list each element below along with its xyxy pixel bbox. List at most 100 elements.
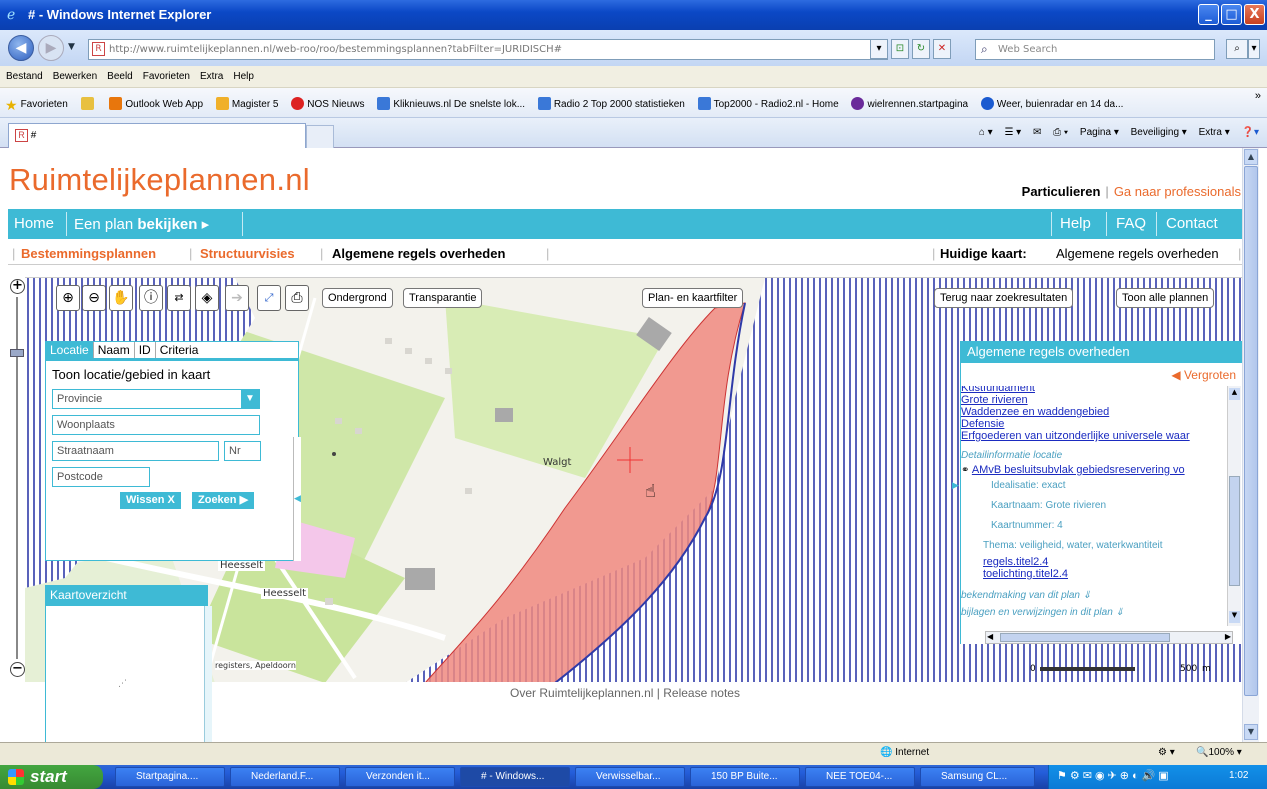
cmd-extra[interactable]: Extra ▾: [1199, 127, 1230, 138]
tray-icons[interactable]: ⚑⚙✉◉✈⊕◐🔊▣: [1057, 769, 1172, 782]
protected-mode-icon[interactable]: ⚙ ▾: [1158, 747, 1175, 758]
zoom-in-icon[interactable]: +: [10, 279, 25, 294]
subnav-bestemmingsplannen[interactable]: Bestemmingsplannen: [21, 246, 156, 261]
page-scrollbar[interactable]: ▲ ▼: [1242, 148, 1259, 742]
minimize-button[interactable]: _: [1198, 4, 1219, 25]
professionals-link[interactable]: Ga naar professionals: [1114, 184, 1241, 199]
nav-faq[interactable]: FAQ: [1116, 215, 1146, 232]
cmd-pagina[interactable]: Pagina ▾: [1080, 127, 1119, 138]
menu-beeld[interactable]: Beeld: [101, 66, 137, 82]
nav-help[interactable]: Help: [1060, 215, 1091, 232]
feeds-icon[interactable]: ☰ ▾: [1004, 127, 1021, 138]
menu-help[interactable]: Help: [227, 66, 258, 82]
full-extent-icon[interactable]: ⤢: [257, 285, 281, 311]
regel-link[interactable]: Kustfundament: [961, 386, 1225, 394]
browser-tab[interactable]: R #: [8, 123, 306, 148]
terug-zoekresultaten-button[interactable]: Terug naar zoekresultaten: [934, 288, 1074, 308]
info-icon[interactable]: ⓘ: [139, 285, 163, 311]
menu-bestand[interactable]: Bestand: [0, 66, 47, 82]
nav-plan-bekijken[interactable]: Een plan bekijken ▸: [74, 215, 209, 233]
subnav-algemene-regels[interactable]: Algemene regels overheden: [332, 246, 505, 261]
refresh-icon[interactable]: ↻: [912, 39, 930, 59]
regels-titel-link[interactable]: regels.titel2.4: [983, 556, 1225, 568]
bijlagen-link[interactable]: bijlagen en verwijzingen in dit plan ⇓: [961, 607, 1225, 618]
next-extent-icon[interactable]: ➔: [225, 285, 249, 311]
page-scroll-down-icon[interactable]: ▼: [1244, 724, 1258, 740]
transparantie-button[interactable]: Transparantie: [403, 288, 483, 308]
home-icon[interactable]: ⌂ ▾: [979, 127, 993, 138]
straatnaam-input[interactable]: Straatnaam: [52, 441, 219, 461]
subnav-structuurvisies[interactable]: Structuurvisies: [200, 246, 295, 261]
task-ie-window[interactable]: # - Windows...: [460, 767, 570, 787]
fav-wielrennen[interactable]: wielrennen.startpagina: [846, 88, 973, 110]
menu-bewerken[interactable]: Bewerken: [47, 66, 101, 82]
help-icon[interactable]: ❓▾: [1242, 127, 1259, 138]
regels-hscrollbar[interactable]: ◀ ▶: [985, 631, 1233, 644]
task-verwisselbaar[interactable]: Verwisselbar...: [575, 767, 685, 787]
close-button[interactable]: X: [1244, 4, 1265, 25]
fav-top2000[interactable]: Top2000 - Radio2.nl - Home: [693, 88, 844, 110]
scroll-right-icon[interactable]: ▶: [1225, 632, 1231, 641]
vergroten-link[interactable]: ◀ Vergroten: [1171, 368, 1236, 382]
url-dropdown-icon[interactable]: ▾: [870, 39, 888, 59]
regel-link[interactable]: Defensie: [961, 418, 1225, 430]
nav-contact[interactable]: Contact: [1166, 215, 1218, 232]
measure-icon[interactable]: ⇄: [167, 285, 191, 311]
task-word-doc[interactable]: NEE TOE04-...: [805, 767, 915, 787]
compat-view-icon[interactable]: ⊡: [891, 39, 909, 59]
back-button[interactable]: ◀: [8, 35, 34, 61]
ondergrond-button[interactable]: Ondergrond: [322, 288, 393, 308]
stop-icon[interactable]: ✕: [933, 39, 951, 59]
zoom-out-icon[interactable]: −: [10, 662, 25, 677]
expand-panel-icon[interactable]: ▶: [952, 481, 960, 493]
page-scroll-up-icon[interactable]: ▲: [1244, 149, 1258, 165]
scroll-up-icon[interactable]: ▲: [1229, 388, 1240, 400]
plan-kaartfilter-button[interactable]: Plan- en kaartfilter: [642, 288, 744, 308]
fav-outlook[interactable]: Outlook Web App: [104, 88, 208, 110]
bekendmaking-link[interactable]: bekendmaking van dit plan ⇓: [961, 590, 1225, 601]
maximize-button[interactable]: □: [1221, 4, 1242, 25]
tab-id[interactable]: ID: [135, 342, 156, 358]
regel-link[interactable]: Waddenzee en waddengebied: [961, 406, 1225, 418]
zoom-in-tool-icon[interactable]: ⊕: [56, 285, 80, 311]
over-link[interactable]: Over Ruimtelijkeplannen.nl: [510, 686, 653, 700]
release-notes-link[interactable]: Release notes: [663, 686, 740, 700]
chevron-more-icon[interactable]: »: [1255, 90, 1261, 102]
collapse-panel-icon[interactable]: ◀: [293, 437, 301, 561]
print-map-icon[interactable]: ⎙: [285, 285, 309, 311]
search-options-icon[interactable]: ▾: [1248, 39, 1260, 59]
fav-weer[interactable]: Weer, buienradar en 14 da...: [976, 88, 1129, 110]
mail-icon[interactable]: ✉: [1033, 127, 1041, 138]
url-input[interactable]: R http://www.ruimtelijkeplannen.nl/web-r…: [88, 39, 888, 60]
scroll-left-icon[interactable]: ◀: [987, 632, 993, 641]
provincie-select[interactable]: Provincie ▼: [52, 389, 260, 409]
wissen-button[interactable]: Wissen X: [120, 492, 181, 509]
tab-criteria[interactable]: Criteria: [156, 342, 203, 358]
tab-locatie[interactable]: Locatie: [46, 342, 94, 358]
task-bp-buiten[interactable]: 150 BP Buite...: [690, 767, 800, 787]
fav-radio2-stats[interactable]: Radio 2 Top 2000 statistieken: [533, 88, 690, 110]
page-scroll-thumb[interactable]: [1244, 166, 1258, 696]
site-logo[interactable]: Ruimtelijkeplannen.nl: [9, 162, 310, 198]
cmd-beveiliging[interactable]: Beveiliging ▾: [1131, 127, 1187, 138]
regel-link[interactable]: Erfgoederen van uitzonderlijke universel…: [961, 430, 1225, 442]
zoom-out-tool-icon[interactable]: ⊖: [82, 285, 106, 311]
fav-kliknieuws[interactable]: Kliknieuws.nl De snelste lok...: [372, 88, 530, 110]
detail-link[interactable]: AMvB besluitsubvlak gebiedsreservering v…: [972, 464, 1185, 476]
favorites-button[interactable]: ★ Favorieten: [0, 88, 73, 113]
print-icon[interactable]: ⎙ ▾: [1053, 127, 1068, 138]
nav-home[interactable]: Home: [14, 215, 54, 232]
nr-input[interactable]: Nr: [224, 441, 261, 461]
zoom-slider-handle[interactable]: [10, 349, 24, 357]
search-go-icon[interactable]: ⌕: [1226, 39, 1248, 59]
task-samsung[interactable]: Samsung CL...: [920, 767, 1035, 787]
add-favorite-button[interactable]: [76, 88, 102, 110]
task-startpagina[interactable]: Startpagina....: [115, 767, 225, 787]
task-verzonden[interactable]: Verzonden it...: [345, 767, 455, 787]
previous-extent-icon[interactable]: ◈: [195, 285, 219, 311]
menu-favorieten[interactable]: Favorieten: [137, 66, 194, 82]
new-tab-button[interactable]: [306, 125, 334, 148]
woonplaats-input[interactable]: Woonplaats: [52, 415, 260, 435]
postcode-input[interactable]: Postcode: [52, 467, 150, 487]
toon-alle-plannen-button[interactable]: Toon alle plannen: [1116, 288, 1215, 308]
